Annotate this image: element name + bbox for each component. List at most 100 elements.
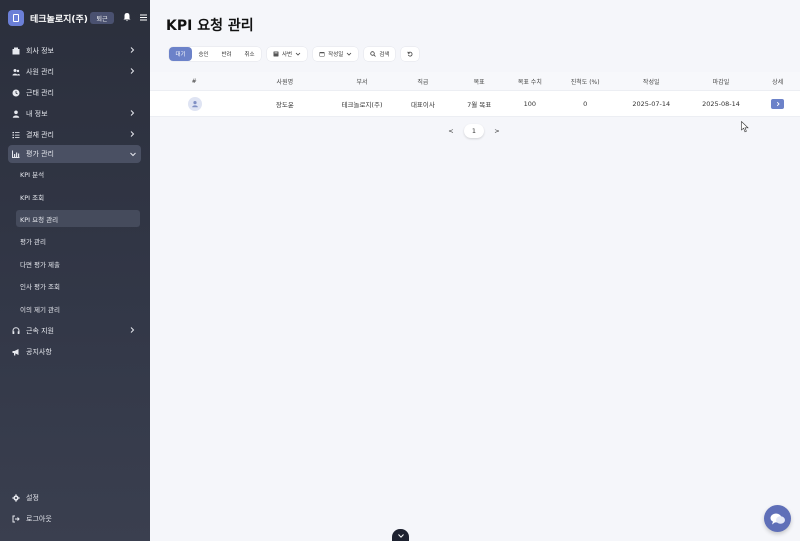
sidebar-bottom-nav: 설정 로그아웃 [0,487,150,529]
chevron-right-icon [130,110,135,116]
chevron-down-icon [347,52,352,56]
clock-icon [12,89,20,97]
sidebar-item-my-info[interactable]: 내 정보 [0,103,150,124]
employee-id-filter-dropdown[interactable]: 사번 [267,47,308,61]
cell-goal: 7월 목표 [467,100,492,109]
cell-deadline: 2025-08-14 [702,99,740,108]
chat-fab-button[interactable] [764,505,791,532]
chat-bubbles-icon [770,513,785,524]
sidebar-subitem-eval-mgmt[interactable]: 평가 관리 [0,230,150,253]
list-check-icon [12,131,20,139]
chart-icon [12,150,20,158]
sidebar-item-label: 내 정보 [26,109,48,118]
clock-out-button[interactable]: 퇴근 [90,12,114,24]
next-page-button[interactable]: > [488,127,506,135]
calendar-icon [319,52,325,57]
col-header-target: 목표 수치 [517,78,542,86]
chevron-down-icon [397,534,404,538]
refresh-button[interactable] [401,47,420,61]
row-avatar-cell [150,96,238,111]
col-header-detail: 상세 [772,78,784,86]
sidebar-subitem-kpi-analysis[interactable]: KPI 분석 [0,163,150,186]
sidebar-item-employee-mgmt[interactable]: 사원 관리 [0,61,150,82]
sidebar-subitem-multi-eval[interactable]: 다면 평가 제출 [0,253,150,276]
tab-rejected[interactable]: 반려 [215,47,238,61]
sidebar-item-label: 회사 정보 [26,46,54,55]
hamburger-menu-icon[interactable] [139,13,148,22]
refresh-icon [407,51,413,57]
tab-approved[interactable]: 승인 [192,47,215,61]
current-page-button[interactable]: 1 [464,124,484,138]
megaphone-icon [12,348,20,356]
col-header-deadline: 마감일 [712,78,730,86]
sidebar-nav: 회사 정보 사원 관리 근태 관리 내 정보 결재 관리 평가 관리 KPI 분… [0,40,150,362]
sidebar-item-company-info[interactable]: 회사 정보 [0,40,150,61]
col-header-index: # [191,77,197,85]
page-title: KPI 요청 관리 [166,18,254,34]
sidebar-item-label: 결재 관리 [26,130,54,139]
sidebar-item-label: 사원 관리 [26,67,54,76]
sidebar-subitem-hr-eval-view[interactable]: 인사 평가 조회 [0,275,150,298]
chevron-right-icon [130,131,135,137]
filter-label: 사번 [282,52,293,58]
cell-name: 장도윤 [275,100,294,109]
cell-progress: 0 [583,99,588,108]
bell-icon[interactable] [122,12,132,22]
sidebar-item-logout[interactable]: 로그아웃 [0,508,150,529]
sidebar-subitem-objection-mgmt[interactable]: 이의 제기 관리 [0,298,150,321]
sidebar-item-label: 로그아웃 [26,514,52,523]
sidebar-item-service-support[interactable]: 근속 지원 [0,320,150,341]
gear-icon [12,493,20,502]
company-name: 테크놀로지(주) [30,14,88,25]
logout-icon [12,515,20,523]
cell-dept: 테크놀로지(주) [341,100,383,109]
detail-button[interactable] [771,98,785,109]
col-header-progress: 진척도 (%) [570,78,600,86]
sidebar-subitem-kpi-request[interactable]: KPI 요청 관리 [16,210,140,227]
kpi-request-table: # 사원명 부서 직급 목표 목표 수치 진척도 (%) 작성일 마감일 상세 … [150,72,800,117]
main-content: KPI 요청 관리 대기 승인 반려 취소 사번 작성일 검색 # 사원명 부서… [150,0,800,541]
sidebar-item-payment-mgmt[interactable]: 결재 관리 [0,124,150,145]
table-row[interactable]: 장도윤 테크놀로지(주) 대표이사 7월 목표 100 0 2025-07-14… [150,90,800,117]
search-label: 검색 [379,52,390,58]
cell-target: 100 [523,99,537,108]
user-icon [192,100,198,107]
cell-created: 2025-07-14 [632,99,671,108]
cell-position: 대표이사 [410,100,435,109]
col-header-position: 직급 [417,78,429,86]
prev-page-button[interactable]: < [442,127,460,135]
search-button[interactable]: 검색 [364,47,396,61]
chevron-down-icon [130,152,136,157]
company-logo-icon [8,10,24,26]
id-card-icon [273,51,279,57]
tab-cancelled[interactable]: 취소 [238,47,261,61]
col-header-dept: 부서 [356,78,368,86]
table-header: # 사원명 부서 직급 목표 목표 수치 진척도 (%) 작성일 마감일 상세 [150,72,800,90]
chevron-right-icon [130,68,135,74]
col-header-created: 작성일 [642,78,660,86]
sidebar-item-label: 근태 관리 [26,88,54,97]
avatar [188,96,203,111]
sidebar-item-label: 공지사항 [26,347,52,356]
sidebar-item-evaluation-mgmt[interactable]: 평가 관리 [8,145,141,163]
col-header-name: 사원명 [276,78,294,86]
sidebar-item-label: 설정 [26,493,39,502]
headset-icon [12,326,20,335]
sidebar-subitem-kpi-view[interactable]: KPI 조회 [0,186,150,209]
sidebar-item-notice[interactable]: 공지사항 [0,341,150,362]
chevron-down-icon [295,52,301,56]
search-icon [370,51,377,57]
sidebar: 테크놀로지(주) 퇴근 회사 정보 사원 관리 근태 관리 내 정보 결재 관리 [0,0,150,541]
bottom-collapse-button[interactable] [392,529,409,541]
building-icon [12,47,20,55]
cell-detail [755,98,800,109]
brand-header: 테크놀로지(주) 퇴근 [8,8,147,28]
pagination: < 1 > [442,124,506,138]
chevron-right-icon [130,327,135,333]
sidebar-item-settings[interactable]: 설정 [0,487,150,508]
sidebar-item-attendance-mgmt[interactable]: 근태 관리 [0,82,150,103]
tab-pending[interactable]: 대기 [169,47,192,61]
date-filter-dropdown[interactable]: 작성일 [313,47,359,61]
users-icon [12,68,20,76]
chevron-right-icon [776,101,780,106]
